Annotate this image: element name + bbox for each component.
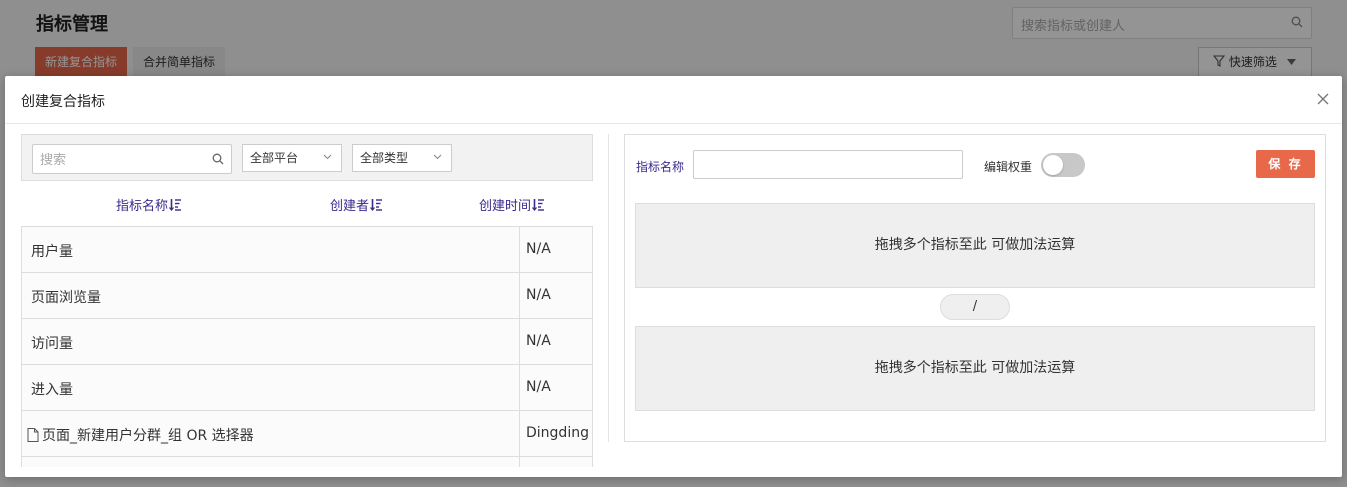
table-row[interactable]	[22, 457, 592, 467]
sort-icon	[169, 199, 182, 211]
column-header-name[interactable]: 指标名称	[116, 195, 182, 214]
metric-name-cell: 访问量	[31, 336, 73, 352]
type-select[interactable]: 全部类型	[352, 144, 452, 172]
close-icon[interactable]	[1316, 92, 1330, 106]
create-composite-metric-modal: 创建复合指标 全部平台 全部类型 指标名称 创建者	[5, 76, 1342, 477]
modal-title: 创建复合指标	[21, 94, 105, 110]
file-icon	[27, 428, 39, 442]
metric-search-field[interactable]	[32, 144, 232, 174]
metric-name-cell: 页面浏览量	[31, 290, 101, 306]
table-row[interactable]: 用户量 N/A	[22, 227, 592, 273]
composite-metric-editor: 指标名称 编辑权重 保 存 拖拽多个指标至此 可做加法运算 / 拖拽多个指标至此…	[624, 134, 1326, 442]
table-row[interactable]: 页面浏览量 N/A	[22, 273, 592, 319]
table-row[interactable]: 访问量 N/A	[22, 319, 592, 365]
column-header-created-time-label: 创建时间	[479, 199, 532, 214]
creator-cell: N/A	[519, 227, 593, 272]
platform-select[interactable]: 全部平台	[242, 144, 342, 172]
creator-cell: N/A	[519, 273, 593, 318]
column-header-creator-label: 创建者	[330, 199, 370, 214]
modal-header: 创建复合指标	[5, 76, 1342, 124]
numerator-drop-zone[interactable]: 拖拽多个指标至此 可做加法运算	[635, 203, 1315, 288]
metric-name-input[interactable]	[693, 150, 963, 179]
panel-divider	[608, 134, 609, 442]
column-header-created-time[interactable]: 创建时间	[479, 195, 545, 214]
metric-list-panel: 全部平台 全部类型 指标名称 创建者 创建时间 用户量 N/A 页面浏览量 N/…	[21, 134, 593, 467]
metric-name-cell: 用户量	[31, 244, 73, 260]
edit-weight-toggle[interactable]	[1041, 153, 1085, 177]
metric-table: 用户量 N/A 页面浏览量 N/A 访问量 N/A 进入量 N/A 页面_新建用…	[21, 226, 593, 467]
column-header-creator[interactable]: 创建者	[330, 195, 383, 214]
metric-name-cell: 页面_新建用户分群_组 OR 选择器	[27, 425, 254, 445]
denominator-drop-zone[interactable]: 拖拽多个指标至此 可做加法运算	[635, 326, 1315, 411]
operator-toggle[interactable]: /	[940, 294, 1010, 320]
sort-icon	[370, 199, 383, 211]
type-select-value: 全部类型	[360, 151, 409, 165]
save-button[interactable]: 保 存	[1256, 150, 1315, 178]
platform-select-value: 全部平台	[250, 151, 299, 165]
creator-cell: Dingding	[519, 411, 593, 456]
creator-cell: N/A	[519, 365, 593, 410]
metric-name-label: 指标名称	[636, 160, 685, 174]
chevron-down-icon	[323, 154, 332, 160]
metric-name-text: 页面_新建用户分群_组 OR 选择器	[42, 428, 254, 444]
edit-weight-label: 编辑权重	[984, 160, 1033, 174]
table-row[interactable]: 进入量 N/A	[22, 365, 592, 411]
creator-cell: N/A	[519, 319, 593, 364]
chevron-down-icon	[433, 154, 442, 160]
metric-list-toolbar: 全部平台 全部类型	[21, 134, 593, 181]
metric-name-cell: 进入量	[31, 382, 73, 398]
metric-search-input[interactable]	[33, 145, 203, 173]
table-row[interactable]: 页面_新建用户分群_组 OR 选择器 Dingding	[22, 411, 592, 457]
sort-icon	[532, 199, 545, 211]
column-header-name-label: 指标名称	[116, 199, 169, 214]
search-icon[interactable]	[212, 153, 224, 169]
toggle-knob	[1043, 155, 1063, 175]
creator-cell	[519, 457, 593, 467]
metric-table-header: 指标名称 创建者 创建时间	[21, 181, 593, 226]
